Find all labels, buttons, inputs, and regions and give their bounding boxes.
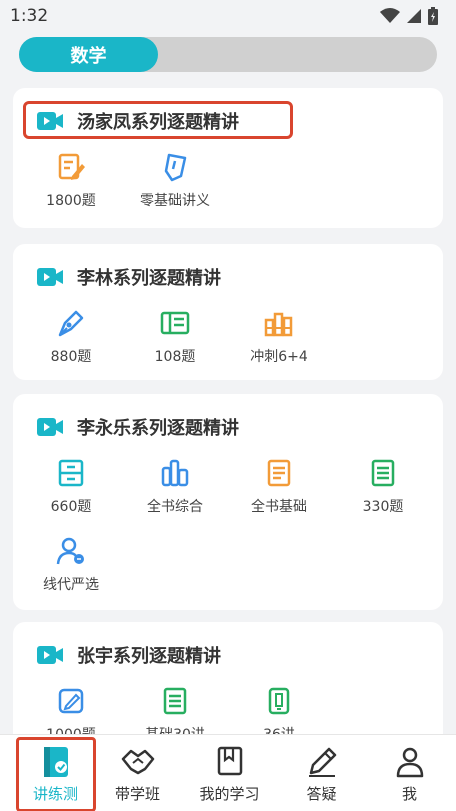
course-item-basics-30[interactable]: 基础30讲: [125, 686, 225, 734]
section-title: 李永乐系列逐题精讲: [77, 418, 239, 439]
person-icon: [396, 747, 423, 778]
item-label: 330题: [362, 499, 404, 515]
nav-label: 讲练测: [32, 785, 78, 803]
edit-paper-icon: [58, 153, 85, 180]
course-item-zero-basics[interactable]: 零基础讲义: [125, 152, 225, 222]
status-icons: [380, 7, 438, 25]
bottom-nav: 讲练测 带学班 我的学习 答疑 我: [0, 734, 456, 811]
teacher-icon: [56, 537, 84, 565]
nav-label: 带学班: [114, 785, 160, 803]
section-header: 汤家凤系列逐题精讲: [37, 106, 239, 136]
section-title: 汤家凤系列逐题精讲: [77, 112, 239, 133]
subject-tab-math[interactable]: 数学: [19, 37, 158, 72]
phone-doc-icon: [268, 687, 290, 715]
subject-bar: 数学: [0, 32, 456, 78]
course-item-660[interactable]: 660题: [21, 458, 121, 528]
status-time: 1:32: [10, 6, 49, 26]
nav-label: 我的学习: [199, 785, 260, 803]
nav-item-qa[interactable]: 答疑: [276, 735, 367, 811]
video-icon: [37, 418, 63, 436]
section-card: 李永乐系列逐题精讲 660题 全书综合 全书基础 330题 线代严选: [13, 394, 443, 610]
video-icon: [37, 112, 63, 130]
bookmark-icon: [164, 153, 187, 182]
notes-icon: [371, 459, 395, 487]
list-doc-icon: [163, 687, 187, 715]
nav-item-practice[interactable]: 讲练测: [10, 735, 101, 811]
course-item-1000[interactable]: 1000题: [21, 686, 121, 734]
subject-track[interactable]: 数学: [19, 37, 437, 72]
course-item-full-basics[interactable]: 全书基础: [229, 458, 329, 528]
nav-label: 答疑: [306, 785, 337, 803]
section-header: 李永乐系列逐题精讲: [37, 412, 239, 442]
pen-nib-icon: [58, 310, 84, 337]
item-label: 零基础讲义: [140, 193, 210, 209]
open-book-icon: [217, 746, 242, 776]
course-item-1800[interactable]: 1800题: [21, 152, 121, 222]
document-icon: [267, 459, 291, 487]
section-title: 李林系列逐题精讲: [77, 268, 221, 289]
video-icon: [37, 268, 63, 286]
item-label: 108题: [154, 349, 196, 365]
nav-label: 我: [401, 785, 417, 803]
item-label: 1800题: [46, 193, 96, 209]
course-item-linear-algebra[interactable]: 线代严选: [21, 536, 121, 606]
ledger-icon: [160, 311, 190, 335]
item-label: 全书基础: [251, 499, 307, 515]
section-card: 汤家凤系列逐题精讲 1800题 零基础讲义: [13, 88, 443, 228]
course-list[interactable]: 汤家凤系列逐题精讲 1800题 零基础讲义 李林系列逐题精讲 880题 108题…: [0, 78, 456, 734]
video-icon: [37, 646, 63, 664]
book-stack-icon: [161, 459, 189, 487]
pencil-icon: [308, 747, 336, 777]
books-icon: [264, 312, 293, 337]
nav-item-me[interactable]: 我: [364, 735, 455, 811]
item-label: 线代严选: [43, 577, 99, 593]
course-item-36[interactable]: 36讲: [229, 686, 329, 734]
course-item-sprint[interactable]: 冲刺6+4: [229, 308, 329, 378]
section-card: 李林系列逐题精讲 880题 108题 冲刺6+4: [13, 244, 443, 380]
course-item-full-comprehensive[interactable]: 全书综合: [125, 458, 225, 528]
item-label: 冲刺6+4: [250, 349, 308, 365]
practice-book-icon: [43, 747, 68, 777]
item-label: 36讲: [263, 724, 295, 734]
course-item-330[interactable]: 330题: [333, 458, 433, 528]
item-label: 660题: [50, 499, 92, 515]
cabinet-icon: [58, 459, 84, 487]
handshake-icon: [121, 749, 154, 775]
item-label: 基础30讲: [145, 724, 205, 734]
status-bar: 1:32: [0, 0, 456, 32]
battery-icon: [428, 7, 438, 25]
signal-icon: [407, 9, 421, 23]
section-title: 张宇系列逐题精讲: [77, 646, 221, 667]
nav-item-my-study[interactable]: 我的学习: [184, 735, 275, 811]
item-label: 880题: [50, 349, 92, 365]
section-card: 张宇系列逐题精讲 1000题 基础30讲 36讲: [13, 622, 443, 734]
course-item-880[interactable]: 880题: [21, 308, 121, 378]
nav-item-study-class[interactable]: 带学班: [92, 735, 183, 811]
section-header: 张宇系列逐题精讲: [37, 640, 221, 670]
course-item-108[interactable]: 108题: [125, 308, 225, 378]
section-header: 李林系列逐题精讲: [37, 262, 221, 292]
edit-square-icon: [58, 688, 84, 714]
item-label: 1000题: [46, 724, 96, 734]
wifi-icon: [380, 8, 400, 23]
item-label: 全书综合: [147, 499, 203, 515]
